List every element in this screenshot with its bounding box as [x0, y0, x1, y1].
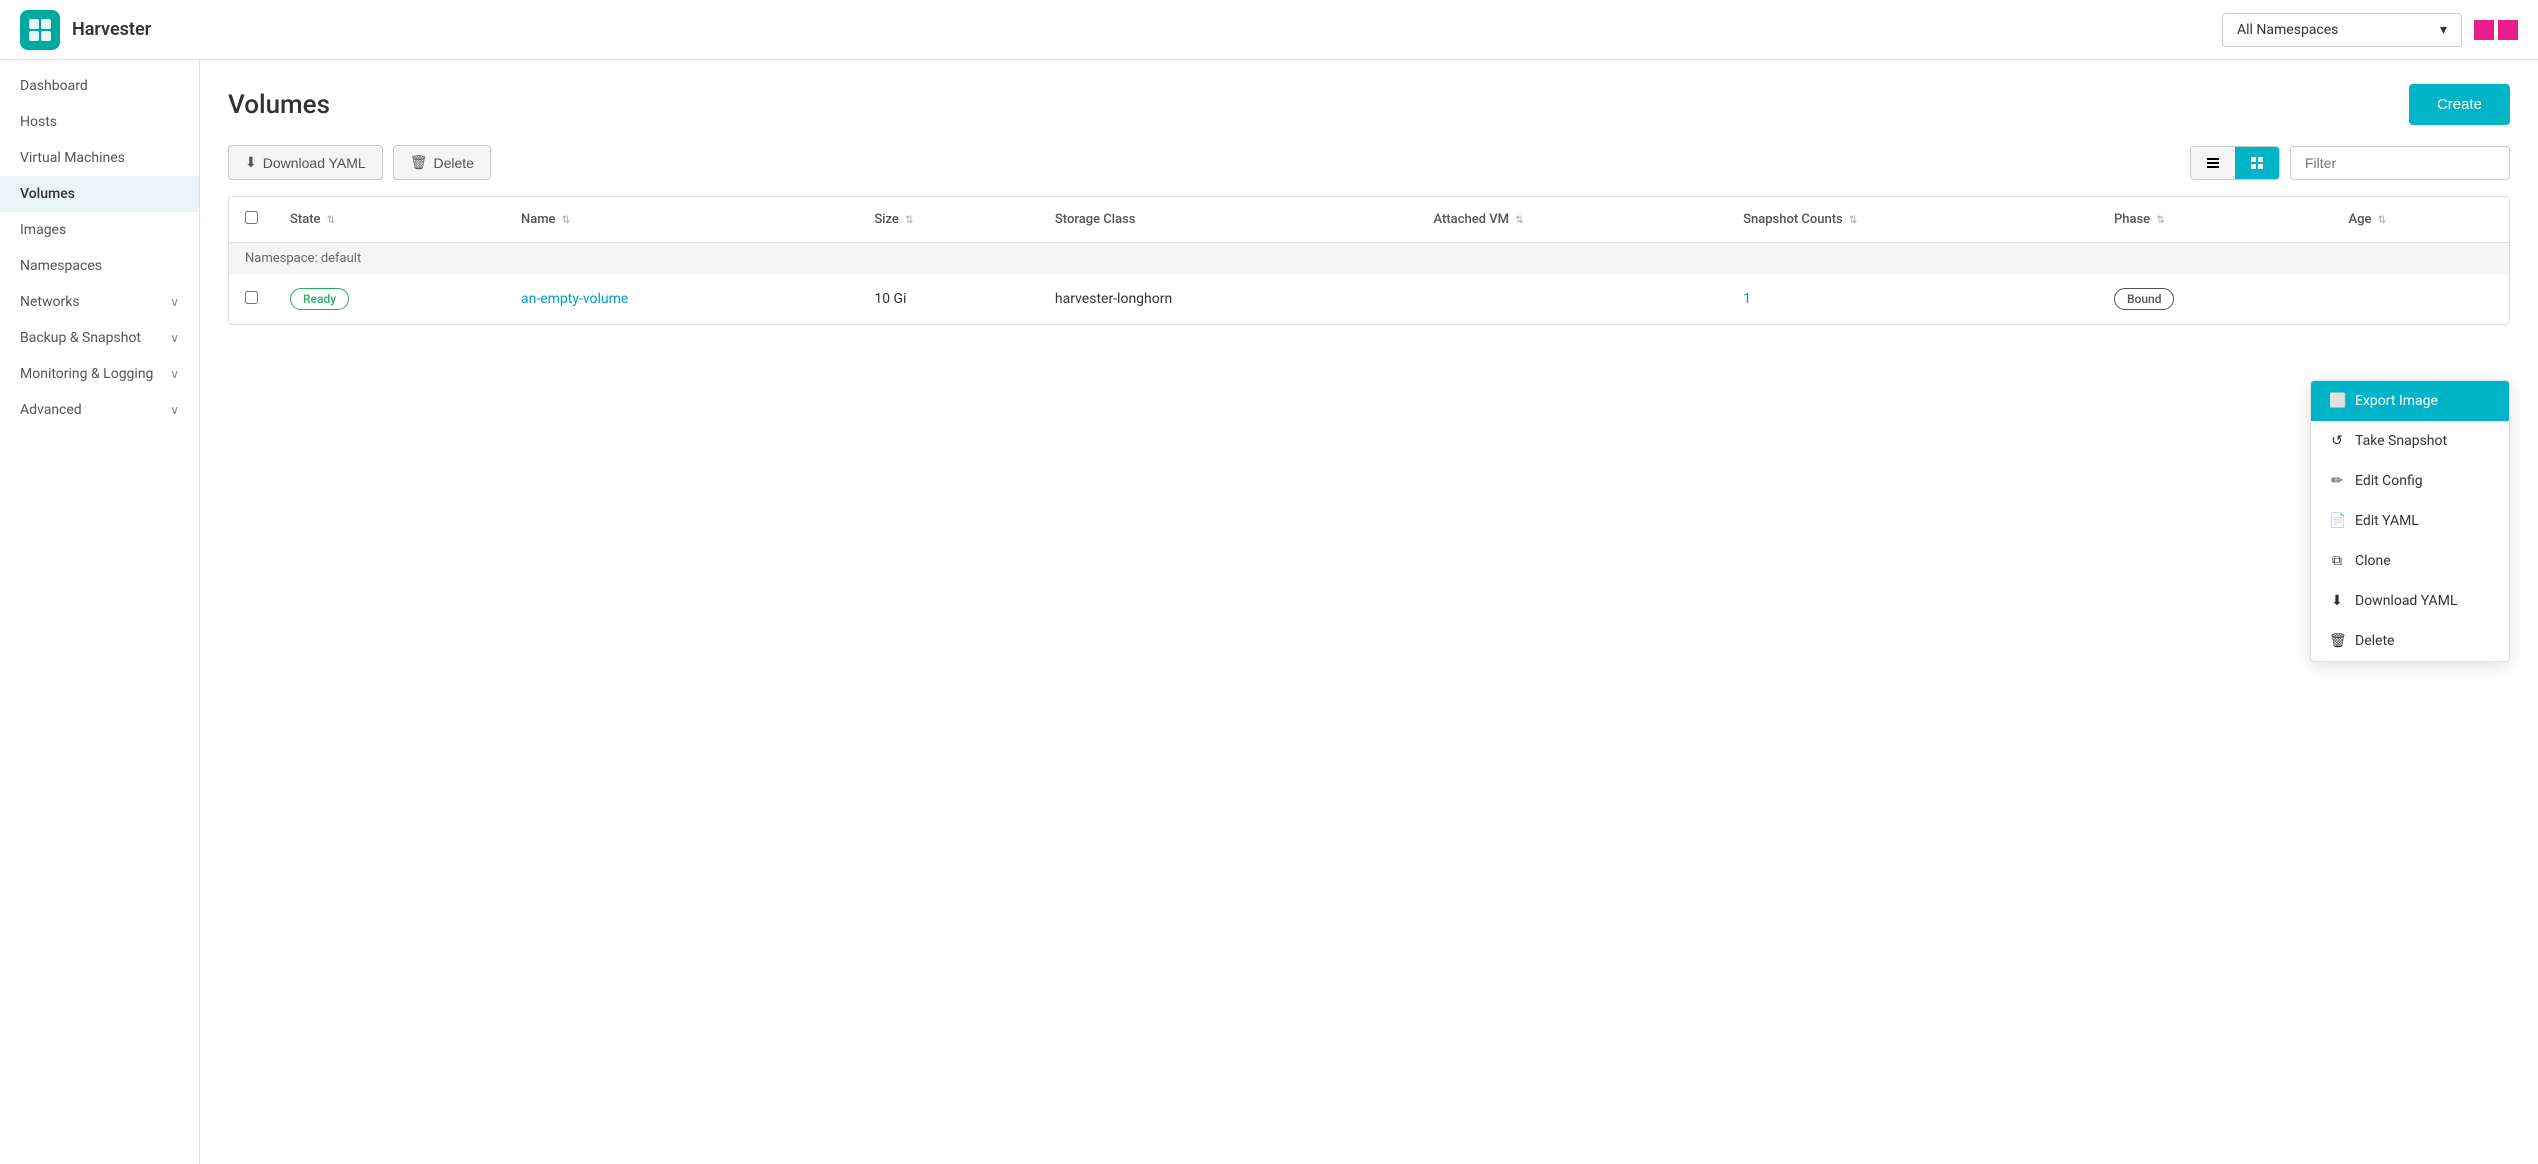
row-checkbox-cell	[229, 274, 274, 324]
sidebar-item-virtual-machines[interactable]: Virtual Machines	[0, 140, 199, 176]
sidebar-item-hosts[interactable]: Hosts	[0, 104, 199, 140]
context-menu: ⬜ Export Image ↺ Take Snapshot ✏ Edit Co…	[2310, 380, 2510, 662]
edit-config-icon: ✏	[2329, 473, 2345, 489]
sidebar-item-dashboard[interactable]: Dashboard	[0, 68, 199, 104]
page-header: Volumes Create	[228, 84, 2510, 125]
delete-icon: 🗑	[410, 154, 428, 171]
delete-menu-icon: 🗑	[2329, 633, 2345, 649]
col-snapshot-counts: Snapshot Counts ⇅	[1727, 197, 2098, 243]
col-age: Age ⇅	[2333, 197, 2510, 243]
state-sort-icon[interactable]: ⇅	[327, 215, 335, 226]
page-title: Volumes	[228, 90, 330, 120]
list-view-button[interactable]	[2191, 147, 2235, 179]
row-age-cell	[2333, 274, 2510, 324]
phase-sort-icon[interactable]: ⇅	[2156, 215, 2164, 226]
sidebar: Dashboard Hosts Virtual Machines Volumes…	[0, 60, 200, 1164]
row-state-cell: Ready	[274, 274, 505, 324]
col-storage-class: Storage Class	[1039, 197, 1418, 243]
sidebar-item-volumes[interactable]: Volumes	[0, 176, 199, 212]
networks-chevron-icon: ∨	[170, 295, 179, 309]
row-attached-vm-cell	[1418, 274, 1728, 324]
table: State ⇅ Name ⇅ Size ⇅ Storage Class	[229, 197, 2509, 324]
snapshot-count-link[interactable]: 1	[1743, 291, 1751, 307]
clone-icon: ⧉	[2329, 553, 2345, 569]
view-toggle	[2190, 146, 2280, 180]
col-attached-vm: Attached VM ⇅	[1418, 197, 1728, 243]
select-all-col	[229, 197, 274, 243]
namespace-group-cell: Namespace: default	[229, 243, 2509, 275]
snapshot-counts-sort-icon[interactable]: ⇅	[1849, 215, 1857, 226]
namespace-dropdown[interactable]: All Namespaces ▾	[2222, 13, 2462, 47]
table-header-row: State ⇅ Name ⇅ Size ⇅ Storage Class	[229, 197, 2509, 243]
volume-name-link[interactable]: an-empty-volume	[521, 291, 628, 307]
context-menu-delete[interactable]: 🗑 Delete	[2311, 621, 2509, 661]
row-snapshot-counts-cell: 1	[1727, 274, 2098, 324]
avatar-pink-2	[2498, 20, 2518, 40]
state-badge: Ready	[290, 288, 349, 310]
download-yaml-menu-icon: ⬇	[2329, 593, 2345, 609]
header: Harvester All Namespaces ▾	[0, 0, 2538, 60]
table-row: Ready an-empty-volume 10 Gi harvester-lo…	[229, 274, 2509, 324]
edit-yaml-icon: 📄	[2329, 513, 2345, 529]
app-title: Harvester	[72, 19, 151, 40]
select-all-checkbox[interactable]	[245, 211, 258, 224]
phase-badge: Bound	[2114, 288, 2175, 310]
sidebar-item-backup-snapshot[interactable]: Backup & Snapshot ∨	[0, 320, 199, 356]
take-snapshot-icon: ↺	[2329, 433, 2345, 449]
download-yaml-button[interactable]: ⬇ Download YAML	[228, 145, 383, 180]
header-right: All Namespaces ▾	[2222, 13, 2518, 47]
row-size-cell: 10 Gi	[858, 274, 1039, 324]
context-menu-download-yaml[interactable]: ⬇ Download YAML	[2311, 581, 2509, 621]
name-sort-icon[interactable]: ⇅	[562, 215, 570, 226]
age-sort-icon[interactable]: ⇅	[2378, 215, 2386, 226]
app-logo	[20, 10, 60, 50]
sidebar-item-networks[interactable]: Networks ∨	[0, 284, 199, 320]
size-sort-icon[interactable]: ⇅	[905, 215, 913, 226]
sidebar-item-namespaces[interactable]: Namespaces	[0, 248, 199, 284]
row-checkbox[interactable]	[245, 291, 258, 304]
header-left: Harvester	[20, 10, 151, 50]
namespace-group-row: Namespace: default	[229, 243, 2509, 275]
col-size: Size ⇅	[858, 197, 1039, 243]
download-yaml-icon: ⬇	[245, 154, 257, 171]
filter-input[interactable]	[2290, 146, 2510, 180]
create-button[interactable]: Create	[2409, 84, 2510, 125]
namespace-chevron-icon: ▾	[2440, 22, 2447, 38]
row-phase-cell: Bound	[2098, 274, 2333, 324]
col-state: State ⇅	[274, 197, 505, 243]
col-phase: Phase ⇅	[2098, 197, 2333, 243]
monitoring-chevron-icon: ∨	[170, 367, 179, 381]
sidebar-item-monitoring-logging[interactable]: Monitoring & Logging ∨	[0, 356, 199, 392]
layout: Dashboard Hosts Virtual Machines Volumes…	[0, 60, 2538, 1164]
sidebar-item-images[interactable]: Images	[0, 212, 199, 248]
advanced-chevron-icon: ∨	[170, 403, 179, 417]
context-menu-edit-config[interactable]: ✏ Edit Config	[2311, 461, 2509, 501]
avatar-pink-1	[2474, 20, 2494, 40]
avatar-group	[2474, 20, 2518, 40]
col-name: Name ⇅	[505, 197, 858, 243]
context-menu-take-snapshot[interactable]: ↺ Take Snapshot	[2311, 421, 2509, 461]
grid-view-button[interactable]	[2235, 147, 2279, 179]
volumes-table: State ⇅ Name ⇅ Size ⇅ Storage Class	[228, 196, 2510, 325]
delete-button[interactable]: 🗑 Delete	[393, 145, 491, 180]
export-image-icon: ⬜	[2329, 393, 2345, 409]
context-menu-edit-yaml[interactable]: 📄 Edit YAML	[2311, 501, 2509, 541]
row-storage-class-cell: harvester-longhorn	[1039, 274, 1418, 324]
row-name-cell: an-empty-volume	[505, 274, 858, 324]
context-menu-clone[interactable]: ⧉ Clone	[2311, 541, 2509, 581]
backup-chevron-icon: ∨	[170, 331, 179, 345]
context-menu-export-image[interactable]: ⬜ Export Image	[2311, 381, 2509, 421]
toolbar: ⬇ Download YAML 🗑 Delete	[228, 145, 2510, 180]
attached-vm-sort-icon[interactable]: ⇅	[1515, 215, 1523, 226]
namespace-label: All Namespaces	[2237, 22, 2338, 38]
main-content: Volumes Create ⬇ Download YAML 🗑 Delete	[200, 60, 2538, 1164]
sidebar-item-advanced[interactable]: Advanced ∨	[0, 392, 199, 428]
